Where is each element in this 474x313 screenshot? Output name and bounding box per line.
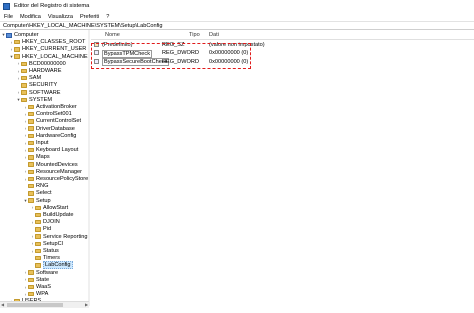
folder-icon xyxy=(21,75,27,81)
folder-icon xyxy=(14,39,20,45)
address-path[interactable]: Computer\HKEY_LOCAL_MACHINE\SYSTEM\Setup… xyxy=(3,23,163,29)
menu-preferiti[interactable]: Preferiti xyxy=(80,14,99,20)
folder-icon xyxy=(28,119,34,124)
scroll-left-icon[interactable]: ◀ xyxy=(0,302,5,308)
tree-node-label: Service Reporting AP xyxy=(43,233,89,240)
address-bar[interactable]: Computer\HKEY_LOCAL_MACHINE\SYSTEM\Setup… xyxy=(0,21,474,30)
tree-node-label: DJOIN xyxy=(43,219,60,226)
folder-icon xyxy=(35,212,41,218)
tree-node-label: BCD00000000 xyxy=(29,60,66,67)
folder-icon xyxy=(28,147,34,153)
folder-icon xyxy=(14,47,20,52)
folder-icon xyxy=(21,83,27,88)
menu-help[interactable]: ? xyxy=(106,14,109,20)
tree-node-label: WPA xyxy=(36,291,49,298)
tree-node-label: Timers xyxy=(43,255,60,262)
folder-icon xyxy=(28,191,34,196)
computer-icon xyxy=(6,32,12,38)
column-dati[interactable]: Dati xyxy=(209,32,219,38)
tree-node-label: Software xyxy=(36,269,59,276)
menu-visualizza[interactable]: Visualizza xyxy=(48,14,73,20)
folder-icon xyxy=(35,219,41,225)
title-bar[interactable]: Editor del Registro di sistema xyxy=(0,0,474,12)
list-header: Nome Tipo Dati xyxy=(91,30,474,40)
folder-icon xyxy=(21,90,27,95)
tree-node-label: HKEY_CURRENT_USER xyxy=(22,46,87,53)
folder-icon xyxy=(28,140,34,146)
scroll-right-icon[interactable]: ▶ xyxy=(84,302,89,308)
tree-horizontal-scrollbar[interactable]: ◀ ▶ xyxy=(0,301,89,308)
tree-node-label: Input xyxy=(36,140,49,146)
tree-node-label: MountedDevices xyxy=(36,161,78,168)
folder-icon xyxy=(28,155,34,160)
tree-node-label: Status xyxy=(43,248,59,254)
tree-node-label: Computer xyxy=(14,32,39,38)
folder-icon xyxy=(28,133,34,139)
tree-node-label: HARDWARE xyxy=(29,68,62,74)
tree-node-label: SetupCl xyxy=(43,240,63,247)
folder-icon xyxy=(28,183,34,189)
tree-node-label: WaaS xyxy=(36,284,52,290)
folder-icon xyxy=(35,263,41,268)
tree-node-label: SYSTEM xyxy=(29,96,53,103)
folder-icon xyxy=(35,241,41,247)
registry-tree[interactable]: ▾ Computer › HKEY_CLASSES_ROOT › HKEY_CURRENT… xyxy=(0,30,90,306)
folder-icon xyxy=(28,111,34,117)
folder-icon xyxy=(28,126,34,131)
folder-icon xyxy=(35,234,41,239)
tree-node-label: ActivationBroker xyxy=(36,104,77,110)
tree-node-label: HardwareConfig xyxy=(36,132,77,139)
tree-node-label: Keyboard Layout xyxy=(36,147,79,154)
column-tipo[interactable]: Tipo xyxy=(189,32,200,38)
tree-node-label: BuildUpdate xyxy=(43,212,74,218)
folder-icon xyxy=(21,97,27,103)
folder-icon xyxy=(28,277,34,283)
tree-node-label: HKEY_LOCAL_MACHINE xyxy=(22,53,88,60)
tree-node-label: ResourcePolicyStore xyxy=(36,176,89,182)
folder-icon xyxy=(21,61,27,67)
folder-icon xyxy=(28,162,34,167)
tree-node-label: Pid xyxy=(43,226,52,233)
tree-splitter[interactable] xyxy=(88,30,90,306)
folder-icon xyxy=(35,255,41,261)
annotation-dashed-box xyxy=(91,43,251,69)
tree-node-label: ResourceManager xyxy=(36,168,83,175)
folder-icon xyxy=(28,104,34,110)
tree-node-label: DriverDatabase xyxy=(36,125,75,132)
tree-node-label: State xyxy=(36,276,50,283)
tree-node-label: CurrentControlSet xyxy=(36,118,82,125)
folder-icon xyxy=(28,284,34,290)
tree-node-label: SECURITY xyxy=(29,82,58,89)
folder-icon xyxy=(21,68,27,74)
column-nome[interactable]: Nome xyxy=(105,32,120,38)
folder-icon xyxy=(28,270,34,275)
tree-node-label: Select xyxy=(36,190,52,197)
menu-bar: File Modifica Visualizza Preferiti ? xyxy=(0,12,474,21)
regedit-window: Editor del Registro di sistema File Modi… xyxy=(0,0,474,313)
tree-node-label: HKEY_CLASSES_ROOT xyxy=(22,39,86,46)
folder-icon xyxy=(14,54,20,59)
window-title: Editor del Registro di sistema xyxy=(14,3,90,9)
scroll-thumb[interactable] xyxy=(7,303,63,307)
tree-node-label: ControlSet001 xyxy=(36,111,72,118)
tree-node-label: RNG xyxy=(36,183,49,190)
folder-icon xyxy=(35,248,41,254)
folder-icon xyxy=(28,198,34,203)
menu-file[interactable]: File xyxy=(4,14,13,20)
tree-node-label: Setup xyxy=(36,197,51,204)
folder-icon xyxy=(28,176,34,182)
tree-node-label: Maps xyxy=(36,154,50,161)
tree-node-label: SOFTWARE xyxy=(29,89,61,96)
folder-icon xyxy=(28,291,34,297)
folder-icon xyxy=(35,205,41,211)
values-list[interactable]: Nome Tipo Dati (Predefinito) REG_SZ (valor… xyxy=(91,30,474,306)
folder-icon xyxy=(28,169,34,175)
tree-node-label: AllowStart xyxy=(43,204,69,211)
regedit-app-icon xyxy=(3,2,10,10)
folder-icon xyxy=(35,227,41,232)
menu-modifica[interactable]: Modifica xyxy=(20,14,41,20)
tree-node-label: SAM xyxy=(29,75,42,82)
